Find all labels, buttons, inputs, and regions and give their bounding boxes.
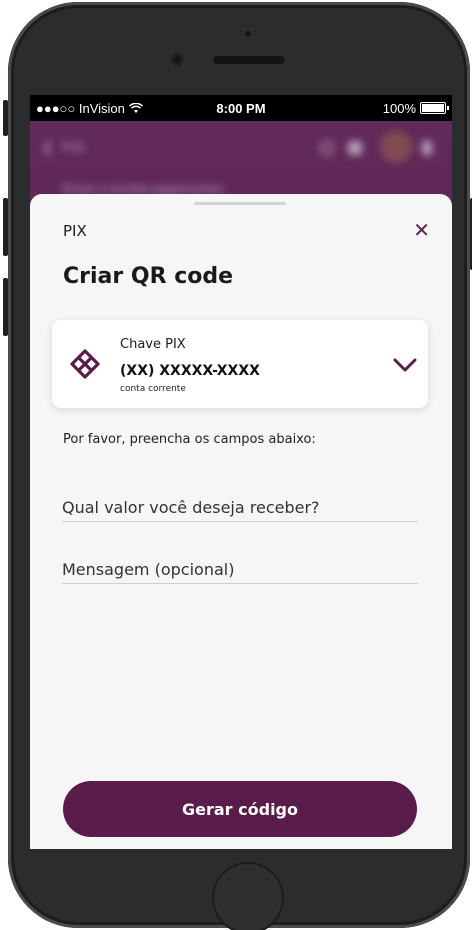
- amount-field-wrapper: [62, 486, 418, 522]
- form-instructions: Por favor, preencha os campos abaixo:: [63, 432, 316, 447]
- message-input[interactable]: [62, 548, 418, 583]
- account-type: conta corrente: [120, 384, 186, 394]
- generate-code-button[interactable]: Gerar código: [63, 781, 417, 837]
- sheet-drag-handle[interactable]: [194, 202, 286, 205]
- back-arrow-icon: ❮: [42, 139, 54, 155]
- page-title: Criar QR code: [63, 264, 234, 289]
- close-icon[interactable]: ✕: [413, 221, 430, 241]
- pix-icon: [70, 349, 100, 379]
- volume-down-button: [3, 278, 8, 336]
- carrier-label: ●●●○○ InVision: [36, 100, 125, 116]
- earpiece-speaker: [213, 56, 285, 64]
- avatar: [380, 131, 412, 163]
- front-camera: [171, 53, 184, 66]
- status-bar: ●●●○○ InVision 8:00 PM 100%: [30, 95, 452, 121]
- background-title: PIX: [62, 139, 85, 155]
- screen: ●●●○○ InVision 8:00 PM 100% ❮ PIX Envie …: [30, 95, 452, 849]
- search-icon: [320, 141, 334, 155]
- chevron-down-icon[interactable]: [392, 356, 418, 374]
- volume-up-button: [3, 198, 8, 256]
- home-button[interactable]: [212, 862, 284, 930]
- create-qr-sheet: PIX ✕ Criar QR code Chave PIX (XX) XXXXX…: [30, 194, 452, 849]
- bell-icon: [348, 141, 362, 155]
- amount-input[interactable]: [62, 486, 418, 521]
- proximity-sensor: [245, 31, 251, 37]
- mute-switch: [3, 100, 8, 136]
- pix-key-value: (XX) XXXXX-XXXX: [120, 363, 260, 379]
- more-icon: [422, 141, 432, 155]
- pix-key-label: Chave PIX: [120, 337, 186, 352]
- wifi-icon: [128, 102, 143, 113]
- breadcrumb: PIX: [63, 222, 87, 240]
- pix-key-selector[interactable]: Chave PIX (XX) XXXXX-XXXX conta corrente: [52, 320, 428, 408]
- battery-icon: [420, 102, 449, 114]
- message-field-wrapper: [62, 548, 418, 584]
- battery-percent: 100%: [382, 100, 416, 116]
